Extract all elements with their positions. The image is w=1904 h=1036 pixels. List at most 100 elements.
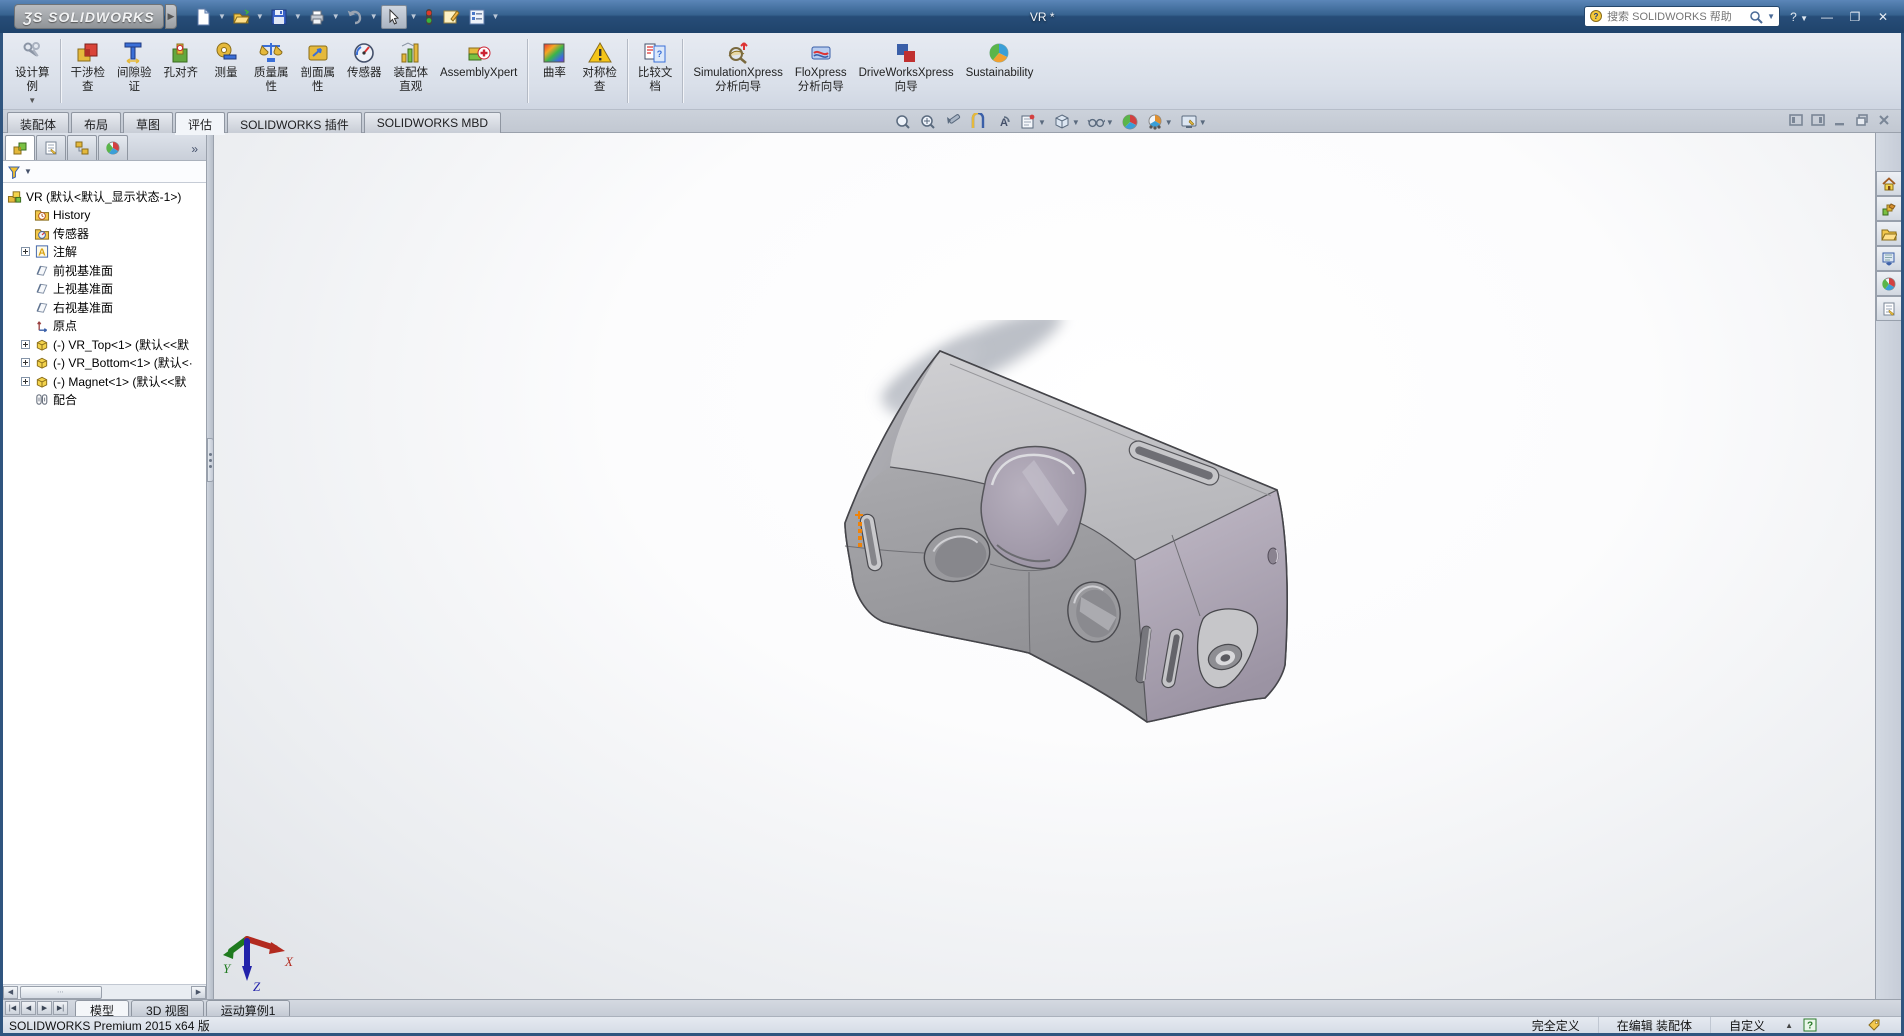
open-button[interactable] (229, 5, 253, 29)
tool-simulationxpress[interactable]: SimulationXpress 分析向导 (687, 37, 788, 96)
tree-item-front-plane[interactable]: 前视基准面 (7, 261, 206, 280)
tab-property-manager[interactable] (36, 135, 66, 160)
menu-expand-arrow[interactable]: ▶ (165, 4, 177, 29)
scrollbar-thumb[interactable]: ⋯ (20, 986, 102, 999)
undo-button[interactable] (343, 5, 367, 29)
first-tab-button[interactable]: |◀ (5, 1001, 20, 1015)
hide-show-dropdown-arrow[interactable]: ▼ (1106, 118, 1114, 127)
tab-feature-tree[interactable] (5, 135, 35, 160)
tree-item-vr-bottom[interactable]: (-) VR_Bottom<1> (默认<· (7, 354, 206, 373)
doc-minimize-icon[interactable] (1833, 113, 1847, 127)
new-dropdown-arrow[interactable]: ▼ (217, 12, 227, 21)
design-library-button[interactable] (1876, 196, 1901, 221)
options-dropdown-arrow[interactable]: ▼ (491, 12, 501, 21)
section-view-button[interactable] (968, 112, 988, 132)
tool-compare-documents[interactable]: ? 比较文 档 (632, 37, 679, 96)
panel-overflow-chevron[interactable]: » (191, 142, 204, 160)
tab-model[interactable]: 模型 (75, 1000, 129, 1016)
expand-toggle[interactable] (21, 358, 30, 367)
save-dropdown-arrow[interactable]: ▼ (293, 12, 303, 21)
file-explorer-button[interactable] (1876, 221, 1901, 246)
tool-assembly-visualization[interactable]: 装配体 直观 (388, 37, 435, 96)
select-tool-button[interactable] (381, 5, 407, 29)
status-custom-label[interactable]: 自定义 (1711, 1017, 1783, 1034)
tree-item-vr-top[interactable]: (-) VR_Top<1> (默认<<默 (7, 335, 206, 354)
view-orientation-button[interactable]: ▼ (1018, 112, 1047, 132)
graphics-viewport[interactable]: Y X Z (214, 133, 1875, 999)
tool-driveworksxpress[interactable]: DriveWorksXpress 向导 (853, 37, 960, 96)
design-study-dropdown-arrow[interactable]: ▼ (28, 96, 36, 105)
solidworks-resources-button[interactable] (1876, 171, 1901, 196)
display-style-button[interactable]: ▼ (1052, 112, 1081, 132)
appearances-scenes-button[interactable] (1876, 271, 1901, 296)
tool-clearance-verify[interactable]: 间隙验 证 (111, 37, 158, 96)
scroll-left-arrow[interactable]: ◀ (3, 986, 18, 999)
tool-symmetry-check[interactable]: 对称检 查 (576, 37, 623, 96)
select-dropdown-arrow[interactable]: ▼ (409, 12, 419, 21)
tree-horizontal-scrollbar[interactable]: ◀ ⋯ ▶ (3, 984, 206, 999)
scroll-right-arrow[interactable]: ▶ (191, 986, 206, 999)
expand-toggle[interactable] (21, 247, 30, 256)
status-tag-icon[interactable] (1867, 1018, 1881, 1032)
tree-item-mates[interactable]: 配合 (7, 391, 206, 410)
previous-tab-button[interactable]: ◀ (21, 1001, 36, 1015)
tab-solidworks-addins[interactable]: SOLIDWORKS 插件 (227, 112, 362, 133)
tool-sustainability[interactable]: Sustainability (960, 37, 1040, 82)
tree-root-assembly[interactable]: VR (默认<默认_显示状态-1>) (7, 187, 206, 206)
tab-layout[interactable]: 布局 (71, 112, 121, 133)
previous-view-button[interactable] (943, 112, 963, 132)
undo-dropdown-arrow[interactable]: ▼ (369, 12, 379, 21)
tool-design-study[interactable]: 设计算 例 ▼ (9, 37, 56, 107)
tree-item-top-plane[interactable]: 上视基准面 (7, 280, 206, 299)
command-state-button[interactable] (421, 5, 437, 29)
split-view-right-icon[interactable] (1811, 113, 1825, 127)
last-tab-button[interactable]: ▶| (53, 1001, 68, 1015)
edit-note-button[interactable] (439, 5, 463, 29)
edit-appearance-button[interactable] (1120, 112, 1140, 132)
search-input[interactable] (1607, 11, 1745, 23)
display-style-dropdown-arrow[interactable]: ▼ (1072, 118, 1080, 127)
panel-splitter[interactable] (207, 133, 214, 999)
tool-measure[interactable]: 测量 (204, 37, 248, 82)
apply-scene-dropdown-arrow[interactable]: ▼ (1165, 118, 1173, 127)
close-button[interactable]: ✕ (1874, 10, 1892, 24)
view-palette-button[interactable] (1876, 246, 1901, 271)
tree-item-right-plane[interactable]: 右视基准面 (7, 298, 206, 317)
minimize-button[interactable]: — (1818, 10, 1836, 24)
tool-floxpress[interactable]: FloXpress 分析向导 (789, 37, 853, 96)
print-button[interactable] (305, 5, 329, 29)
tool-curvature[interactable]: 曲率 (532, 37, 576, 82)
tool-section-properties[interactable]: 剖面属 性 (295, 37, 342, 96)
view-settings-dropdown-arrow[interactable]: ▼ (1199, 118, 1207, 127)
tab-display-manager[interactable] (98, 135, 128, 160)
view-orientation-dropdown-arrow[interactable]: ▼ (1038, 118, 1046, 127)
tree-filter-bar[interactable]: ▼ (3, 161, 206, 183)
save-button[interactable] (267, 5, 291, 29)
search-icon[interactable] (1749, 10, 1763, 24)
tool-assemblyxpert[interactable]: AssemblyXpert (434, 37, 523, 82)
doc-close-icon[interactable] (1877, 113, 1891, 127)
open-dropdown-arrow[interactable]: ▼ (255, 12, 265, 21)
tree-item-magnet[interactable]: (-) Magnet<1> (默认<<默 (7, 372, 206, 391)
tab-sketch[interactable]: 草图 (123, 112, 173, 133)
panel-collapse-handle[interactable] (207, 438, 214, 482)
tab-assembly[interactable]: 装配体 (7, 112, 69, 133)
tree-item-sensors[interactable]: 传感器 (7, 224, 206, 243)
status-help-icon[interactable]: ? (1803, 1018, 1817, 1032)
tool-interference-check[interactable]: 干涉检 查 (65, 37, 112, 96)
help-search-box[interactable]: ? ▼ (1584, 6, 1780, 27)
search-dropdown-arrow[interactable]: ▼ (1767, 12, 1775, 21)
hide-show-items-button[interactable]: ▼ (1086, 112, 1115, 132)
vr-assembly-model[interactable] (822, 320, 1322, 740)
new-document-button[interactable] (191, 5, 215, 29)
filter-dropdown-arrow[interactable]: ▼ (24, 167, 32, 176)
expand-toggle[interactable] (21, 377, 30, 386)
zoom-to-fit-button[interactable] (893, 112, 913, 132)
next-tab-button[interactable]: ▶ (37, 1001, 52, 1015)
tab-solidworks-mbd[interactable]: SOLIDWORKS MBD (364, 112, 501, 133)
tree-item-annotations[interactable]: A 注解 (7, 243, 206, 262)
tab-3d-views[interactable]: 3D 视图 (131, 1000, 204, 1016)
tab-evaluate[interactable]: 评估 (175, 112, 225, 133)
zoom-to-area-button[interactable] (918, 112, 938, 132)
tab-motion-study[interactable]: 运动算例1 (206, 1000, 291, 1016)
